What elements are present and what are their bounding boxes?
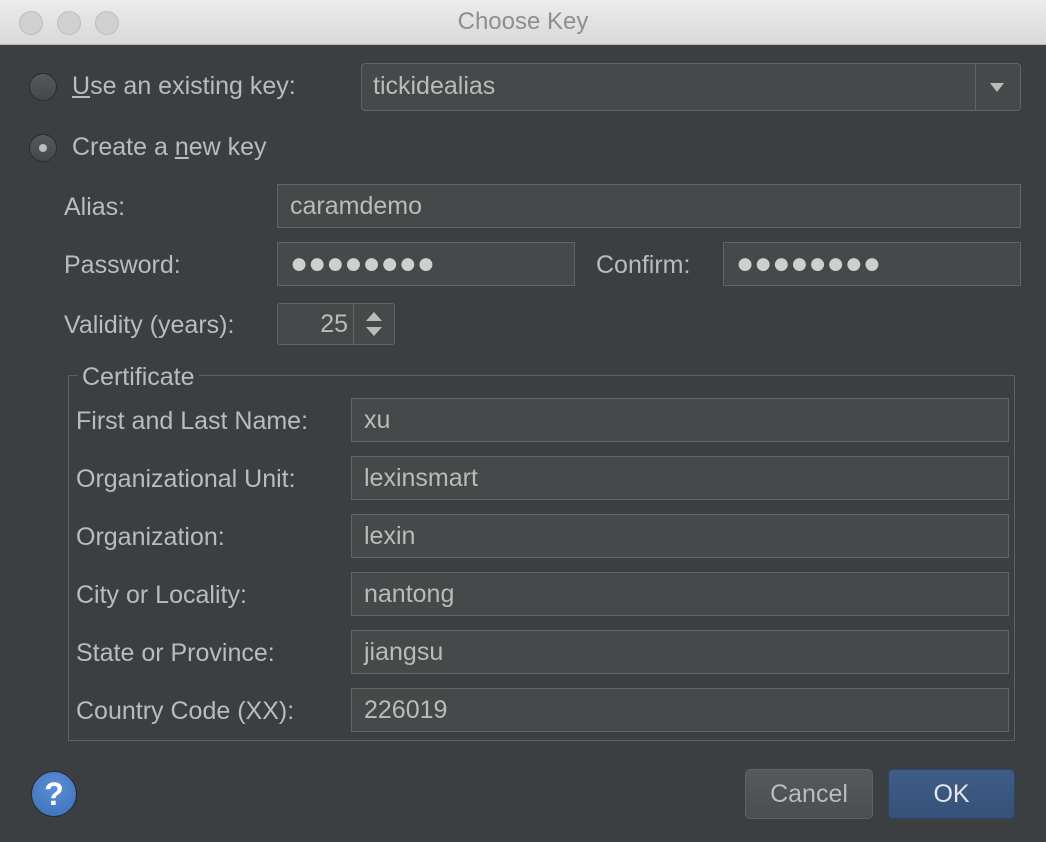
title-bar: Choose Key — [0, 0, 1046, 45]
ok-button[interactable]: OK — [888, 769, 1015, 819]
alias-input[interactable]: caramdemo — [277, 184, 1021, 228]
validity-spinner[interactable]: 25 — [277, 303, 395, 345]
radio-selected-dot — [39, 144, 47, 152]
cancel-button[interactable]: Cancel — [745, 769, 873, 819]
existing-key-selected: tickidealias — [373, 72, 496, 100]
validity-label: Validity (years): — [64, 311, 235, 339]
country-code-input[interactable]: 226019 — [351, 688, 1009, 732]
organizational-unit-input[interactable]: lexinsmart — [351, 456, 1009, 500]
window-title: Choose Key — [457, 8, 589, 35]
use-existing-key-label[interactable]: Use an existing key: — [72, 71, 296, 101]
confirm-password-input[interactable]: ●●●●●●●● — [723, 242, 1021, 286]
use-existing-key-radio[interactable] — [29, 73, 57, 101]
dropdown-toggle[interactable] — [975, 64, 1020, 110]
increment-icon[interactable] — [366, 312, 382, 321]
create-new-key-radio[interactable] — [29, 134, 57, 162]
organization-label: Organization: — [76, 523, 225, 551]
create-new-key-label[interactable]: Create a new key — [72, 132, 267, 162]
country-code-label: Country Code (XX): — [76, 697, 295, 725]
first-last-name-label: First and Last Name: — [76, 407, 309, 435]
existing-key-dropdown[interactable]: tickidealias — [361, 63, 1021, 111]
spinner-arrows[interactable] — [353, 304, 394, 344]
chevron-down-icon — [990, 83, 1004, 92]
state-input[interactable]: jiangsu — [351, 630, 1009, 674]
password-input[interactable]: ●●●●●●●● — [277, 242, 575, 286]
state-label: State or Province: — [76, 639, 275, 667]
decrement-icon[interactable] — [366, 327, 382, 336]
alias-label: Alias: — [64, 193, 126, 221]
city-input[interactable]: nantong — [351, 572, 1009, 616]
validity-value[interactable]: 25 — [320, 310, 348, 339]
password-label: Password: — [64, 251, 181, 279]
certificate-legend: Certificate — [78, 362, 199, 392]
organizational-unit-label: Organizational Unit: — [76, 465, 296, 493]
organization-input[interactable]: lexin — [351, 514, 1009, 558]
city-label: City or Locality: — [76, 581, 247, 609]
confirm-label: Confirm: — [596, 251, 691, 279]
first-last-name-input[interactable]: xu — [351, 398, 1009, 442]
help-icon[interactable]: ? — [31, 771, 77, 817]
